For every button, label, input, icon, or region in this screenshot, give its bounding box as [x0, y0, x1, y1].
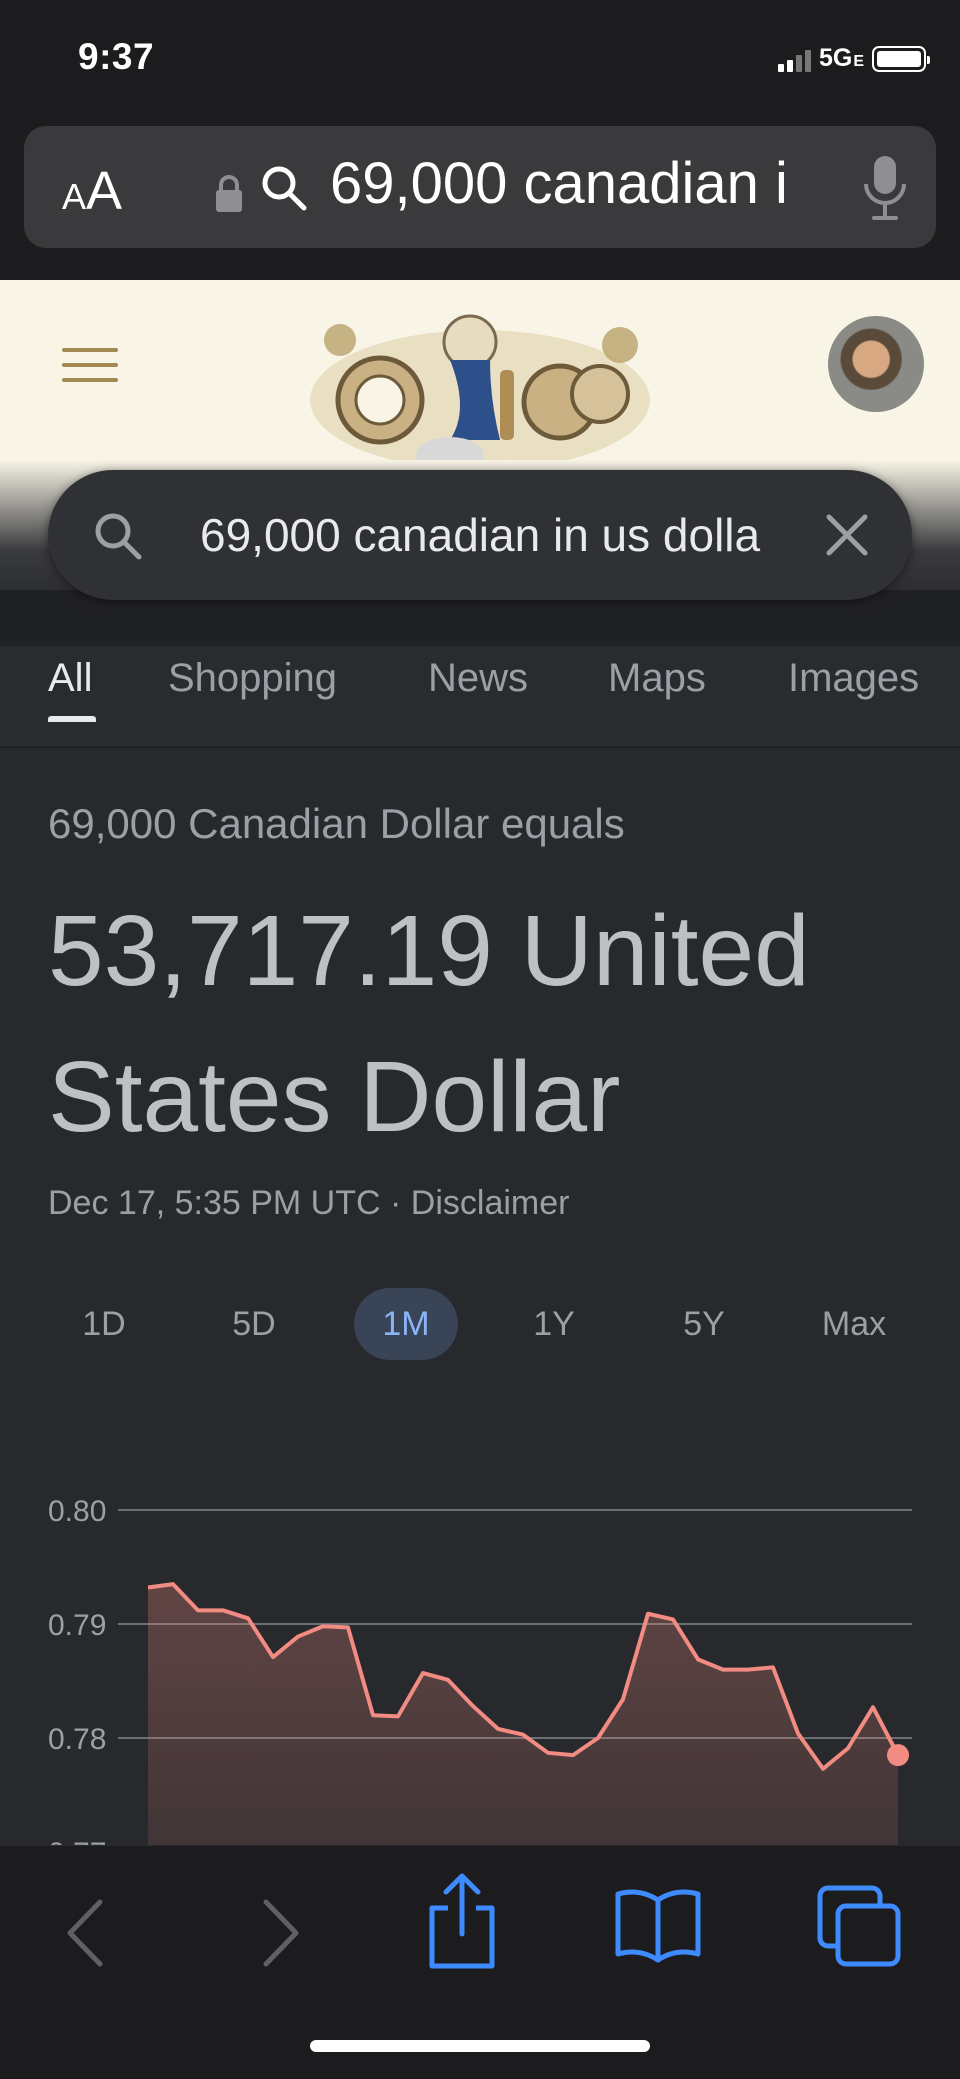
rate-timestamp: Dec 17, 5:35 PM UTC · Disclaimer	[48, 1184, 569, 1223]
y-tick-label: 0.79	[48, 1609, 106, 1642]
range-1y[interactable]: 1Y	[502, 1288, 606, 1360]
search-icon	[95, 513, 142, 560]
account-avatar[interactable]	[828, 316, 924, 412]
result-line-2: States Dollar	[48, 1041, 621, 1153]
network-label: 5GE	[818, 44, 864, 72]
forward-icon[interactable]	[256, 1896, 306, 1970]
y-tick-label: 0.78	[48, 1723, 106, 1756]
range-5y[interactable]: 5Y	[652, 1288, 756, 1360]
signal-icon	[777, 46, 811, 72]
tabs-icon[interactable]	[816, 1884, 904, 1968]
range-5d[interactable]: 5D	[202, 1288, 306, 1360]
range-1d[interactable]: 1D	[52, 1288, 156, 1360]
reader-settings-button[interactable]: AA	[62, 160, 122, 222]
tab-all[interactable]: All	[48, 656, 92, 701]
battery-icon	[872, 45, 930, 72]
search-tabs: All Shopping News Maps Images	[0, 646, 960, 746]
exchange-rate-chart[interactable]: 0.800.790.780.77Nov 25Dec 3Dec 11	[0, 1428, 960, 1848]
separator: ·	[380, 1184, 411, 1222]
status-time: 9:37	[78, 36, 155, 77]
range-1m[interactable]: 1M	[354, 1288, 458, 1360]
search-input[interactable]: 69,000 canadian in us dolla	[200, 508, 830, 562]
microphone-icon[interactable]	[860, 154, 910, 224]
google-doodle[interactable]	[300, 290, 660, 480]
bookmarks-icon[interactable]	[612, 1886, 704, 1966]
status-indicators: 5GE	[777, 44, 930, 73]
browser-chrome: 9:37 5GE AA 69,000 canadian i	[0, 0, 960, 280]
timestamp: Dec 17, 5:35 PM UTC	[48, 1184, 381, 1222]
tab-maps[interactable]: Maps	[608, 656, 706, 701]
disclaimer-link[interactable]: Disclaimer	[411, 1184, 570, 1222]
active-tab-indicator	[48, 716, 96, 722]
menu-icon[interactable]	[62, 348, 118, 393]
clear-search-icon[interactable]	[824, 512, 870, 558]
y-tick-label: 0.80	[48, 1495, 106, 1528]
result-line-1: 53,717.19 United	[48, 895, 810, 1007]
share-icon[interactable]	[424, 1872, 500, 1972]
back-icon[interactable]	[60, 1896, 110, 1970]
tab-images[interactable]: Images	[788, 656, 919, 701]
home-indicator	[310, 2040, 650, 2052]
tab-shopping[interactable]: Shopping	[168, 656, 337, 701]
search-icon	[262, 166, 307, 211]
currency-converter-card: 69,000 Canadian Dollar equals 53,717.19 …	[0, 748, 960, 1848]
range-max[interactable]: Max	[802, 1288, 906, 1360]
lock-icon	[216, 175, 242, 212]
google-search-box[interactable]: 69,000 canadian in us dolla	[48, 470, 912, 600]
address-bar[interactable]: AA 69,000 canadian i	[24, 126, 936, 248]
url-text[interactable]: 69,000 canadian i	[330, 150, 830, 217]
conversion-result: 53,717.19 United States Dollar	[48, 878, 928, 1170]
current-rate-dot	[887, 1744, 909, 1767]
conversion-source: 69,000 Canadian Dollar equals	[48, 800, 625, 847]
tab-news[interactable]: News	[428, 656, 528, 701]
